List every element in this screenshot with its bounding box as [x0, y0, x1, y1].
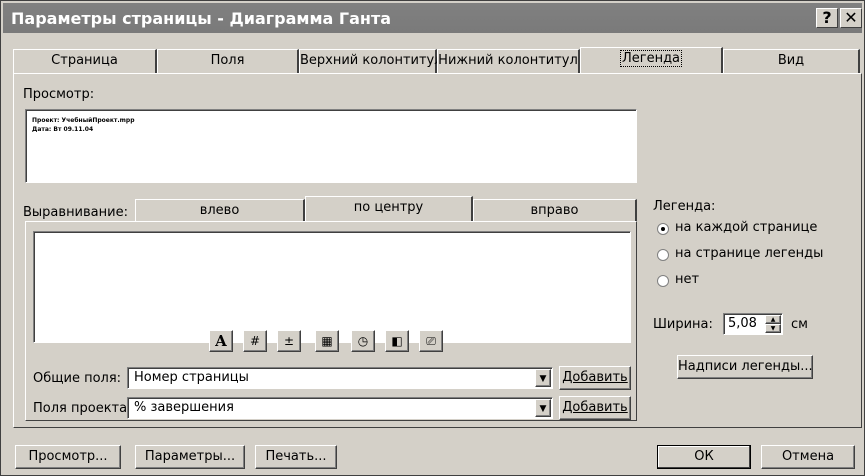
width-value: 5,08 — [728, 316, 757, 331]
common-fields-label: Общие поля: — [33, 371, 122, 386]
common-fields-select[interactable]: Номер страницы ▼ — [127, 367, 553, 389]
time-icon[interactable]: ◷ — [351, 330, 375, 352]
tab-page[interactable]: Страница — [13, 49, 157, 73]
tab-legend[interactable]: Легенда — [580, 47, 723, 73]
width-label: Ширина: — [653, 317, 713, 332]
align-tab-left[interactable]: влево — [135, 199, 305, 221]
spin-down-icon[interactable]: ▼ — [765, 324, 781, 333]
project-fields-select[interactable]: % завершения ▼ — [127, 397, 553, 419]
tab-footer[interactable]: Нижний колонтитул — [437, 49, 580, 73]
ok-button[interactable]: ОК — [657, 445, 751, 469]
project-fields-add-label: Добавить — [562, 400, 628, 415]
close-button[interactable]: ✕ — [840, 8, 862, 28]
spin-up-icon[interactable]: ▲ — [765, 315, 781, 324]
align-tab-center[interactable]: по центру — [305, 196, 473, 222]
legend-option-every-page[interactable]: на каждой странице — [675, 220, 817, 235]
tab-header[interactable]: Верхний колонтитул — [299, 49, 443, 73]
project-fields-value: % завершения — [134, 400, 234, 415]
common-fields-add-button[interactable]: Добавить — [559, 366, 631, 390]
tab-margins[interactable]: Поля — [157, 49, 299, 73]
legend-text-area[interactable] — [33, 231, 631, 343]
legend-radio-none[interactable] — [657, 275, 669, 287]
options-button[interactable]: Параметры... — [135, 445, 245, 469]
preview-button[interactable]: Просмотр... — [15, 445, 121, 469]
preview-box: Проект: УчебныйПроект.mpp Дата: Вт 09.11… — [25, 109, 637, 183]
align-tab-right[interactable]: вправо — [473, 199, 637, 221]
project-fields-label: Поля проекта: — [33, 401, 132, 416]
legend-option-legend-page[interactable]: на странице легенды — [675, 246, 823, 261]
legend-captions-button[interactable]: Надписи легенды... — [677, 355, 813, 379]
file-name-icon[interactable]: ◧ — [385, 330, 409, 352]
chevron-down-icon[interactable]: ▼ — [535, 369, 551, 387]
legend-group-label: Легенда: — [653, 199, 716, 214]
preview-text: Проект: УчебныйПроект.mpp Дата: Вт 09.11… — [32, 116, 135, 134]
common-fields-add-label: Добавить — [562, 370, 628, 385]
preview-date-line: Дата: Вт 09.11.04 — [32, 126, 94, 133]
dialog-title: Параметры страницы - Диаграмма Ганта — [11, 9, 392, 28]
project-fields-add-button[interactable]: Добавить — [559, 396, 631, 420]
preview-label: Просмотр: — [23, 87, 95, 102]
page-setup-dialog: Параметры страницы - Диаграмма Ганта ? ✕… — [0, 0, 865, 476]
width-unit: см — [791, 317, 808, 332]
total-pages-icon[interactable]: ± — [277, 330, 301, 352]
cancel-button[interactable]: Отмена — [761, 445, 855, 469]
tab-view[interactable]: Вид — [723, 49, 860, 73]
print-button[interactable]: Печать... — [255, 445, 337, 469]
insert-picture-icon[interactable]: ⎚ — [419, 330, 443, 352]
width-spinner[interactable]: 5,08 ▲ ▼ — [723, 313, 783, 335]
help-button[interactable]: ? — [816, 8, 838, 28]
legend-radio-every-page[interactable] — [657, 223, 669, 235]
page-number-icon[interactable]: # — [243, 330, 267, 352]
tab-legend-label: Легенда — [619, 50, 683, 67]
preview-project-line: Проект: УчебныйПроект.mpp — [32, 117, 135, 124]
date-icon[interactable]: ▦ — [315, 330, 339, 352]
legend-radio-legend-page[interactable] — [657, 249, 669, 261]
legend-option-none[interactable]: нет — [675, 272, 699, 287]
alignment-label: Выравнивание: — [23, 205, 128, 220]
title-bar: Параметры страницы - Диаграмма Ганта ? ✕ — [3, 3, 862, 33]
font-icon[interactable]: A — [209, 330, 233, 352]
common-fields-value: Номер страницы — [134, 370, 249, 385]
chevron-down-icon[interactable]: ▼ — [535, 399, 551, 417]
